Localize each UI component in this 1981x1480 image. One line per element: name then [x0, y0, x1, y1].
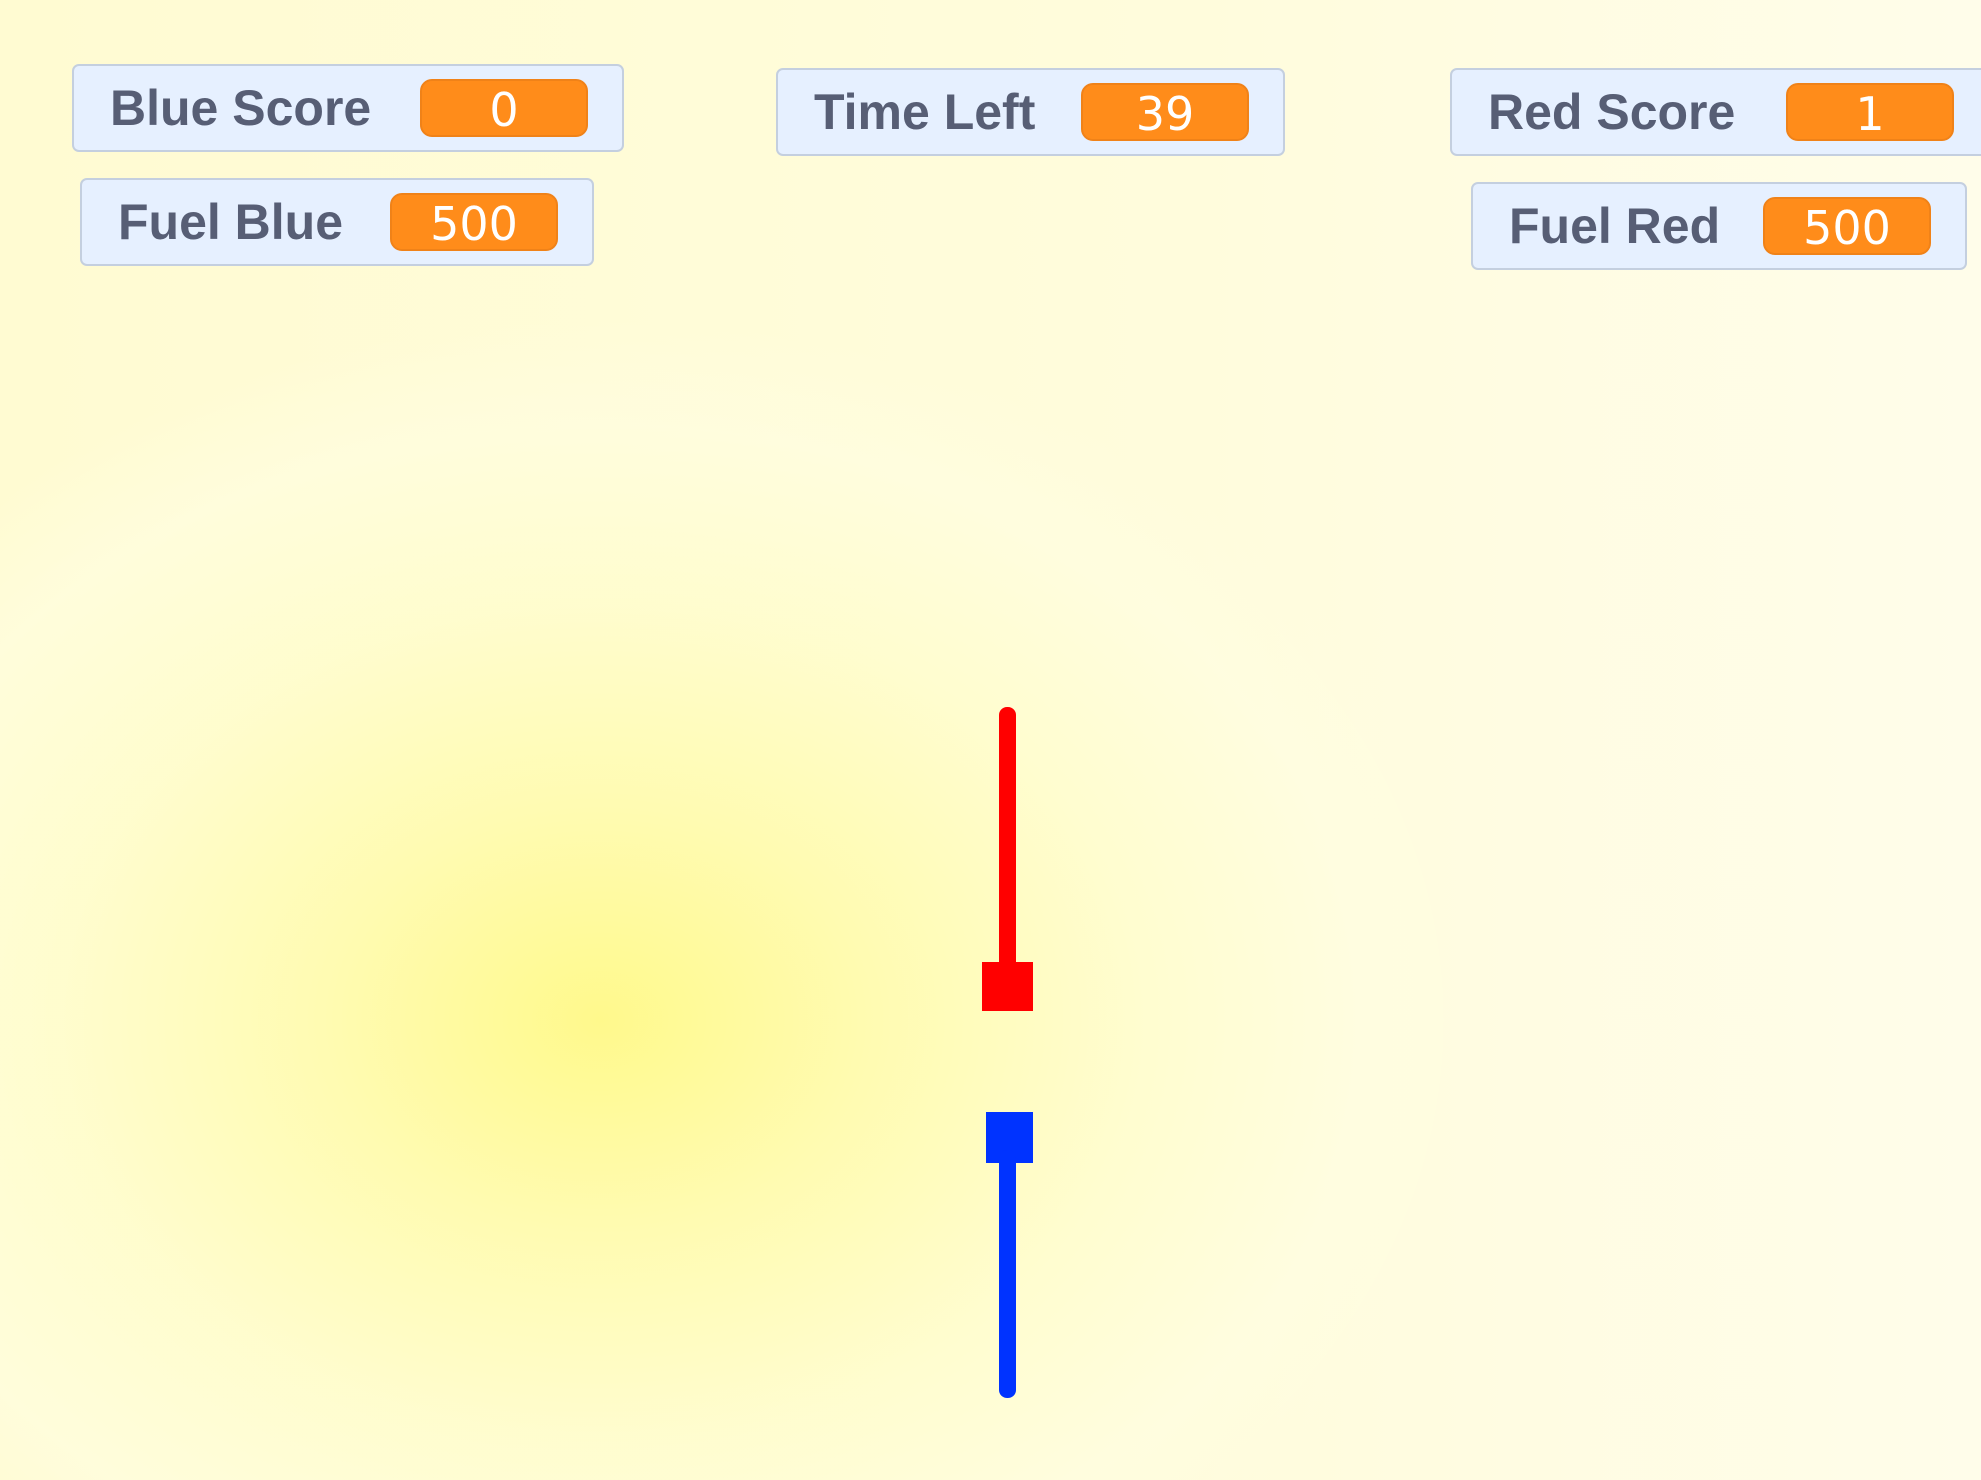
fuel-blue-value: 500 — [390, 193, 558, 251]
fuel-red-monitor: Fuel Red 500 — [1471, 182, 1967, 270]
red-score-label: Red Score — [1488, 84, 1736, 140]
time-left-value: 39 — [1081, 83, 1249, 141]
game-stage[interactable]: Blue Score 0 Fuel Blue 500 Time Left 39 … — [0, 0, 1981, 1480]
red-player-block — [982, 962, 1033, 1011]
time-left-monitor: Time Left 39 — [776, 68, 1285, 156]
blue-score-value: 0 — [420, 79, 588, 137]
red-player-pole — [999, 707, 1016, 973]
red-score-monitor: Red Score 1 — [1450, 68, 1981, 156]
blue-player-pole — [999, 1150, 1016, 1398]
fuel-blue-label: Fuel Blue — [118, 194, 344, 250]
time-left-label: Time Left — [814, 84, 1036, 140]
blue-score-monitor: Blue Score 0 — [72, 64, 624, 152]
fuel-blue-monitor: Fuel Blue 500 — [80, 178, 594, 266]
fuel-red-value: 500 — [1763, 197, 1931, 255]
fuel-red-label: Fuel Red — [1509, 198, 1721, 254]
red-score-value: 1 — [1786, 83, 1954, 141]
blue-score-label: Blue Score — [110, 80, 372, 136]
